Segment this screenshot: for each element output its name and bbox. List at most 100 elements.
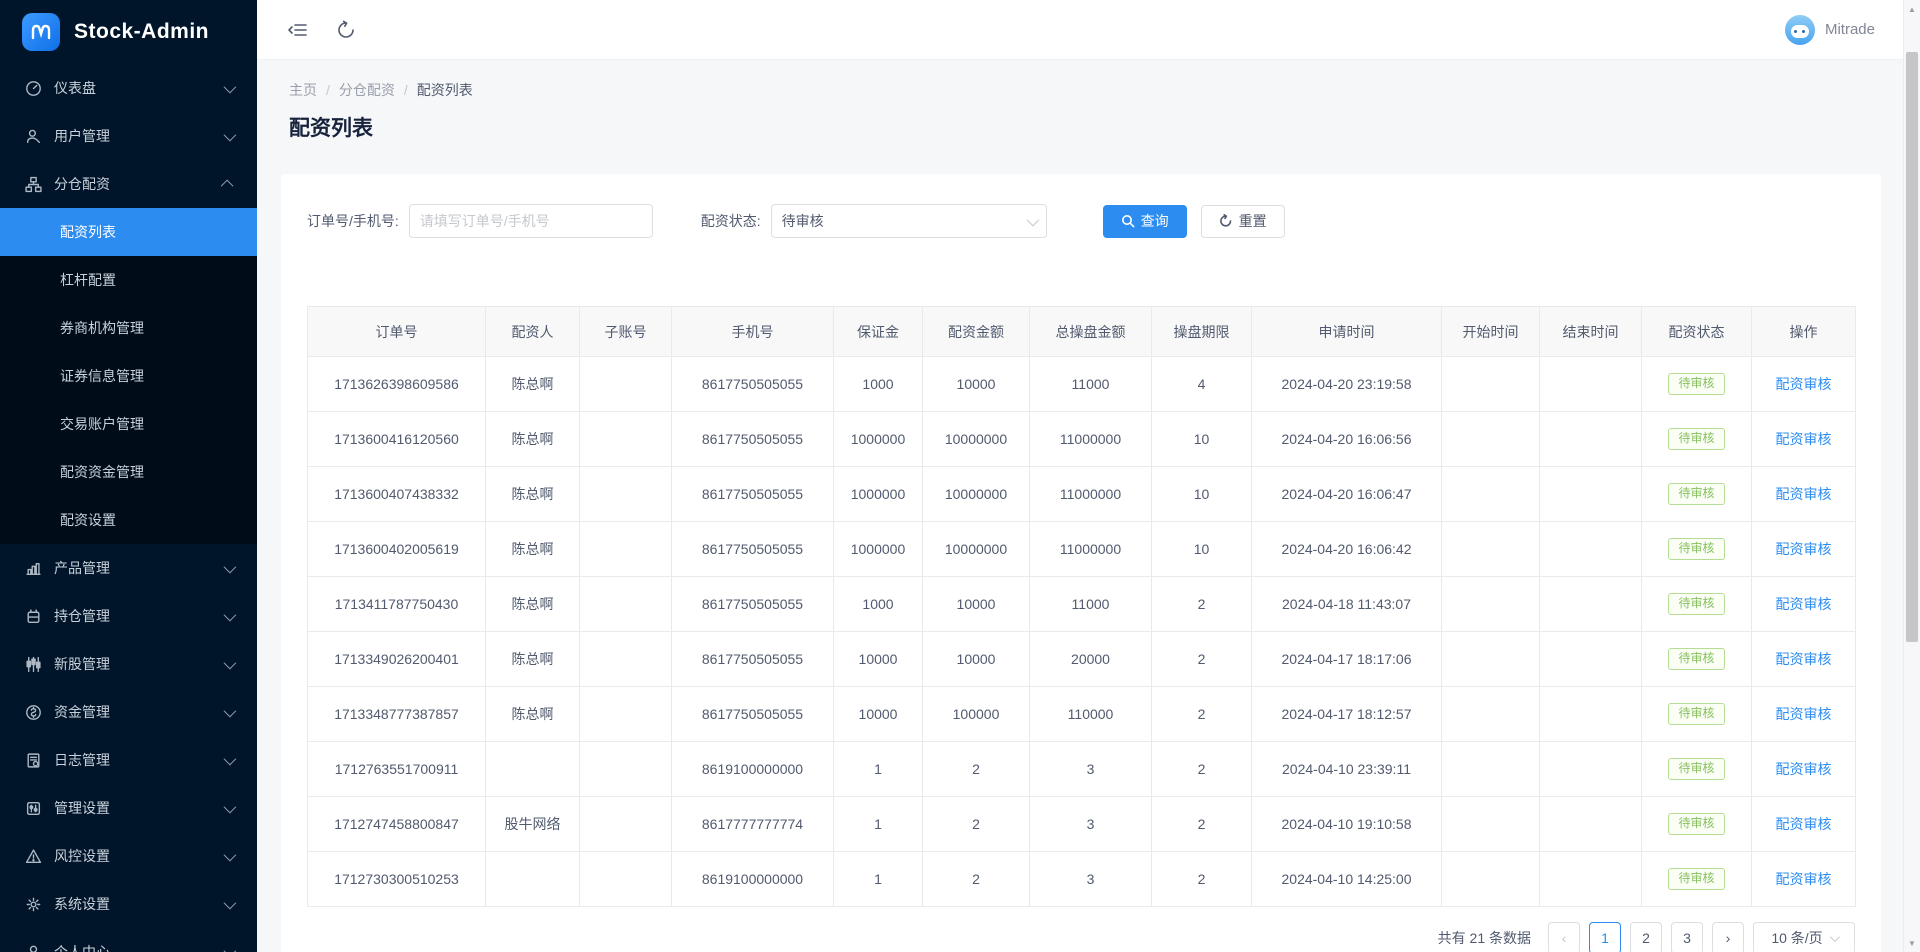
table-cell: 10000000	[923, 467, 1030, 522]
reset-button[interactable]: 重置	[1201, 205, 1285, 238]
sidebar-item-1[interactable]: 用户管理	[0, 112, 257, 160]
table-cell: 8617750505055	[672, 632, 834, 687]
sidebar-item-label: 资金管理	[54, 702, 224, 722]
table-cell: 1713626398609586	[308, 357, 486, 412]
audit-action-link[interactable]: 配资审核	[1776, 541, 1832, 557]
audit-action-link[interactable]: 配资审核	[1776, 376, 1832, 392]
status-badge: 待审核	[1668, 428, 1724, 449]
audit-action-link[interactable]: 配资审核	[1776, 486, 1832, 502]
sidebar-item-10[interactable]: 系统设置	[0, 880, 257, 928]
table-cell: 陈总啊	[486, 687, 580, 742]
order-search-input[interactable]	[409, 204, 653, 238]
chevron-down-icon	[224, 896, 237, 909]
app-logo: Stock-Admin	[0, 0, 257, 64]
page-size-select[interactable]: 10 条/页	[1753, 922, 1855, 952]
submenu-item[interactable]: 证券信息管理	[0, 352, 257, 400]
table-cell: 10000	[834, 687, 923, 742]
table-cell	[1442, 797, 1540, 852]
risk-control-icon	[24, 847, 42, 865]
user-name[interactable]: Mitrade	[1825, 21, 1875, 38]
audit-action-link[interactable]: 配资审核	[1776, 816, 1832, 832]
collapse-sidebar-icon[interactable]	[285, 17, 311, 43]
audit-action-link[interactable]: 配资审核	[1776, 706, 1832, 722]
user-avatar[interactable]	[1785, 15, 1815, 45]
chevron-down-icon	[224, 848, 237, 861]
audit-action-link[interactable]: 配资审核	[1776, 761, 1832, 777]
pagination: 共有 21 条数据 ‹ 123 › 10 条/页	[307, 922, 1855, 952]
table-row: 1713600416120560陈总啊861775050505510000001…	[308, 412, 1856, 467]
table-cell: 4	[1152, 357, 1252, 412]
submenu-item[interactable]: 交易账户管理	[0, 400, 257, 448]
table-cell: 1712730300510253	[308, 852, 486, 907]
scroll-up-arrow-icon[interactable]: ▲	[1904, 1, 1920, 17]
table-cell: 10000	[923, 357, 1030, 412]
search-button[interactable]: 查询	[1103, 205, 1187, 238]
table-cell: 2	[1152, 742, 1252, 797]
sidebar-item-9[interactable]: 风控设置	[0, 832, 257, 880]
sidebar-item-8[interactable]: 管理设置	[0, 784, 257, 832]
submenu-item[interactable]: 配资资金管理	[0, 448, 257, 496]
table-cell: 2024-04-18 11:43:07	[1252, 577, 1442, 632]
audit-action-link[interactable]: 配资审核	[1776, 871, 1832, 887]
table-cell-status: 待审核	[1642, 357, 1752, 412]
submenu-item[interactable]: 杠杆配置	[0, 256, 257, 304]
main-area: Mitrade 主页/分仓配资/配资列表 配资列表 订单号/手机号: 配资状态:…	[257, 0, 1903, 952]
sidebar-item-3[interactable]: 产品管理	[0, 544, 257, 592]
breadcrumb-item[interactable]: 主页	[289, 80, 317, 100]
table-cell	[1442, 852, 1540, 907]
page-size-value: 10 条/页	[1771, 928, 1822, 948]
prev-page-button[interactable]: ‹	[1548, 922, 1580, 952]
app-title: Stock-Admin	[74, 20, 209, 44]
table-cell	[1540, 852, 1642, 907]
sidebar-item-7[interactable]: 日志管理	[0, 736, 257, 784]
table-cell: 1713600402005619	[308, 522, 486, 577]
funds-management-icon	[24, 703, 42, 721]
audit-action-link[interactable]: 配资审核	[1776, 596, 1832, 612]
status-badge: 待审核	[1668, 373, 1724, 394]
sidebar-item-6[interactable]: 资金管理	[0, 688, 257, 736]
submenu-item[interactable]: 配资设置	[0, 496, 257, 544]
page-button-1[interactable]: 1	[1589, 922, 1621, 952]
table-cell	[1540, 522, 1642, 577]
sidebar-item-2[interactable]: 分仓配资	[0, 160, 257, 208]
pagination-total: 共有 21 条数据	[1438, 928, 1531, 948]
column-header: 订单号	[308, 307, 486, 357]
table-cell: 陈总啊	[486, 467, 580, 522]
sidebar-item-4[interactable]: 持仓管理	[0, 592, 257, 640]
audit-action-link[interactable]: 配资审核	[1776, 651, 1832, 667]
table-cell	[1442, 467, 1540, 522]
system-settings-icon	[24, 895, 42, 913]
table-cell	[580, 742, 672, 797]
audit-action-link[interactable]: 配资审核	[1776, 431, 1832, 447]
scroll-down-arrow-icon[interactable]: ▼	[1904, 935, 1920, 951]
sidebar-item-5[interactable]: 新股管理	[0, 640, 257, 688]
breadcrumb-zone: 主页/分仓配资/配资列表 配资列表	[257, 60, 1903, 160]
next-page-button[interactable]: ›	[1712, 922, 1744, 952]
status-select[interactable]: 待审核	[771, 204, 1047, 238]
table-cell	[580, 412, 672, 467]
page-button-2[interactable]: 2	[1630, 922, 1662, 952]
submenu-item[interactable]: 配资列表	[0, 208, 257, 256]
sidebar-item-11[interactable]: 个人中心	[0, 928, 257, 952]
scrollbar[interactable]: ▲ ▼	[1903, 0, 1920, 952]
page-button-3[interactable]: 3	[1671, 922, 1703, 952]
scrollbar-thumb[interactable]	[1906, 52, 1918, 642]
chevron-down-icon	[224, 656, 237, 669]
sidebar-item-0[interactable]: 仪表盘	[0, 64, 257, 112]
chevron-down-icon	[1830, 932, 1840, 942]
breadcrumb-item[interactable]: 分仓配资	[339, 80, 395, 100]
status-badge: 待审核	[1668, 538, 1724, 559]
column-header: 申请时间	[1252, 307, 1442, 357]
table-cell: 110000	[1030, 687, 1152, 742]
order-filter-label: 订单号/手机号:	[307, 211, 399, 231]
table-cell	[580, 852, 672, 907]
table-cell	[1442, 357, 1540, 412]
refresh-icon[interactable]	[333, 17, 359, 43]
submenu-item[interactable]: 券商机构管理	[0, 304, 257, 352]
table-cell: 8619100000000	[672, 742, 834, 797]
log-management-icon	[24, 751, 42, 769]
ipo-management-icon	[24, 655, 42, 673]
table-cell: 8617750505055	[672, 467, 834, 522]
user-management-icon	[24, 127, 42, 145]
table-cell: 3	[1030, 742, 1152, 797]
